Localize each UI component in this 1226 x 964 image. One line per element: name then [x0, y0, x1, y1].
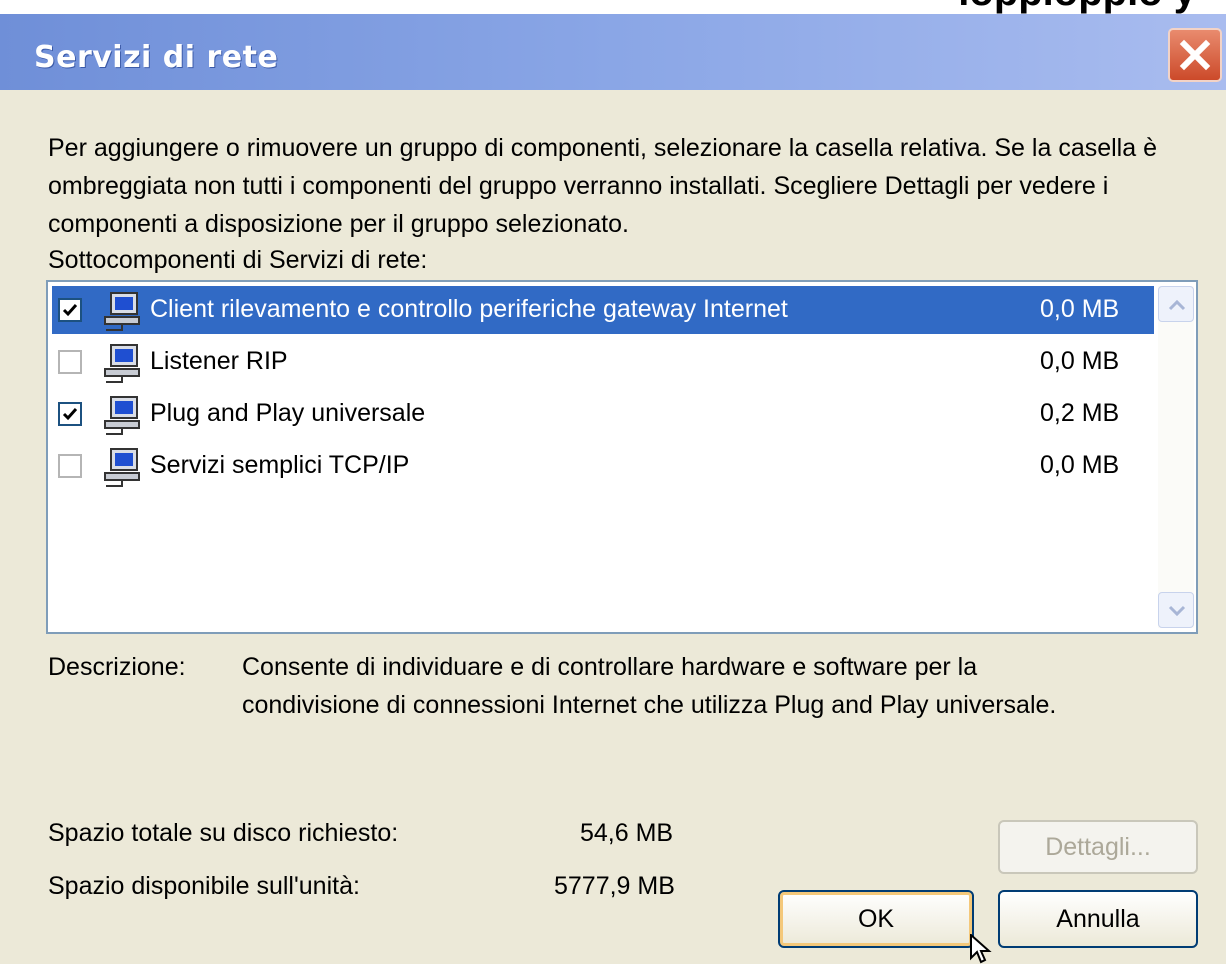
vertical-scrollbar[interactable] — [1158, 286, 1194, 628]
component-label: Plug and Play universale — [150, 399, 426, 427]
checkmark-icon — [62, 408, 78, 421]
title-bar[interactable]: Servizi di rete — [0, 14, 1226, 90]
components-listbox[interactable]: Client rilevamento e controllo periferic… — [46, 280, 1198, 634]
checkbox-listener-rip[interactable] — [58, 350, 82, 374]
description-line-1: Consente di individuare e di controllare… — [242, 653, 978, 681]
close-x-icon — [1179, 39, 1211, 71]
component-size: 0,2 MB — [1040, 399, 1120, 427]
list-item-plug-and-play[interactable]: Plug and Play universale 0,2 MB — [52, 390, 1154, 438]
ok-button[interactable]: OK — [778, 890, 974, 948]
network-computer-icon — [104, 344, 140, 383]
details-button[interactable]: Dettagli... — [998, 820, 1198, 874]
list-item-listener-rip[interactable]: Listener RIP 0,0 MB — [52, 338, 1154, 386]
dialog-window: Servizi di rete Per aggiungere o rimuove… — [0, 14, 1226, 964]
checkbox-simple-tcpip[interactable] — [58, 454, 82, 478]
network-computer-icon — [104, 396, 140, 435]
checkbox-gateway-client[interactable] — [58, 298, 82, 322]
component-label: Listener RIP — [150, 347, 288, 375]
close-button[interactable] — [1168, 28, 1222, 82]
checkmark-icon — [62, 304, 78, 317]
available-space-label: Spazio disponibile sull'unità: — [48, 872, 360, 900]
checkbox-plug-and-play[interactable] — [58, 402, 82, 426]
component-label: Servizi semplici TCP/IP — [150, 451, 410, 479]
network-computer-icon — [104, 448, 140, 487]
window-title: Servizi di rete — [34, 40, 279, 75]
description-line-2: condivisione di connessioni Internet che… — [242, 691, 1057, 719]
background-text: ioppioppio y — [958, 0, 1196, 14]
list-item-simple-tcpip[interactable]: Servizi semplici TCP/IP 0,0 MB — [52, 442, 1154, 490]
background-window-fragment: ioppioppio y — [0, 0, 1226, 14]
description-label: Descrizione: — [48, 653, 186, 681]
cancel-button[interactable]: Annulla — [998, 890, 1198, 948]
list-label: Sottocomponenti di Servizi di rete: — [48, 246, 428, 274]
component-size: 0,0 MB — [1040, 295, 1120, 323]
component-size: 0,0 MB — [1040, 451, 1120, 479]
chevron-down-icon — [1168, 605, 1186, 617]
intro-text: Per aggiungere o rimuovere un gruppo di … — [48, 134, 1157, 238]
component-label: Client rilevamento e controllo periferic… — [150, 295, 788, 323]
available-space-value: 5777,9 MB — [554, 872, 675, 900]
mouse-cursor-icon — [970, 934, 992, 964]
list-item-gateway-client[interactable]: Client rilevamento e controllo periferic… — [52, 286, 1154, 334]
scroll-up-button[interactable] — [1158, 286, 1194, 322]
chevron-up-icon — [1168, 299, 1186, 311]
component-size: 0,0 MB — [1040, 347, 1120, 375]
total-space-label: Spazio totale su disco richiesto: — [48, 819, 399, 847]
total-space-value: 54,6 MB — [580, 819, 674, 847]
network-computer-icon — [104, 292, 140, 331]
scroll-down-button[interactable] — [1158, 592, 1194, 628]
